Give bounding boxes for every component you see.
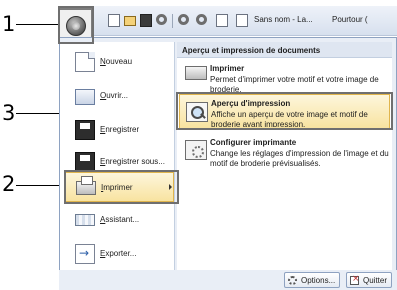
- quit-label: Quitter: [363, 276, 388, 285]
- submenu-item-configurer[interactable]: Configurer imprimante Change les réglage…: [177, 134, 392, 168]
- application-menu-list: Nouveau Ouvrir... Enregistrer Enregistre…: [60, 42, 175, 270]
- menu-item-assistant[interactable]: Assistant...: [60, 204, 175, 238]
- gear-icon[interactable]: [156, 14, 167, 25]
- options-button[interactable]: Options...: [284, 272, 341, 288]
- open-folder-icon[interactable]: [124, 16, 136, 26]
- toolbar-separator: [172, 14, 173, 28]
- submenu-item-desc: Permet d'imprimer votre motif et votre i…: [210, 75, 379, 92]
- quit-button[interactable]: Quitter: [346, 272, 393, 288]
- menu-item-label: Exporter...: [100, 249, 137, 258]
- callout-2-line: [16, 185, 64, 186]
- menu-item-label: Ouvrir...: [100, 91, 129, 100]
- callout-2: 2: [2, 172, 16, 196]
- sew-icon[interactable]: [196, 14, 207, 25]
- stitch-icon[interactable]: [178, 14, 189, 25]
- quit-icon: [350, 274, 360, 285]
- wizard-icon: [75, 214, 95, 226]
- print-submenu-panel: Aperçu et impression de documents Imprim…: [177, 42, 392, 270]
- submenu-item-title: Configurer imprimante: [210, 138, 297, 147]
- export-icon: [75, 244, 95, 264]
- open-folder-icon: [75, 89, 95, 105]
- menu-item-exporter[interactable]: Exporter...: [60, 238, 175, 272]
- window-title-secondary: Pourtour (: [332, 15, 368, 24]
- save-icon: [75, 120, 95, 140]
- printer-icon: [185, 66, 207, 80]
- options-label: Options...: [301, 276, 336, 285]
- callout-box-3: [176, 92, 393, 130]
- menu-item-nouveau[interactable]: Nouveau: [60, 46, 175, 80]
- submenu-item-desc: Change les réglages d'impression de l'im…: [210, 149, 389, 168]
- printer-settings-icon: [185, 140, 207, 160]
- callout-3: 3: [2, 101, 16, 125]
- menu-item-label: Nouveau: [100, 57, 133, 66]
- menu-item-enregistrer[interactable]: Enregistrer: [60, 114, 175, 148]
- menu-footer: Options... Quitter: [59, 270, 397, 290]
- callout-box-1: [58, 6, 94, 44]
- menu-item-label: Enregistrer: [100, 125, 140, 134]
- save-as-icon: [75, 152, 95, 172]
- callout-1-line: [16, 24, 58, 25]
- new-document-icon: [75, 52, 95, 72]
- menu-item-label: Assistant...: [100, 215, 140, 224]
- new-document-icon[interactable]: [108, 14, 120, 27]
- save-icon[interactable]: [140, 14, 152, 27]
- quick-access-toolbar: Sans nom - La... Pourtour (: [58, 6, 397, 36]
- undo-icon[interactable]: [216, 14, 228, 27]
- window-title: Sans nom - La...: [254, 15, 313, 24]
- panel-header: Aperçu et impression de documents: [177, 42, 392, 58]
- callout-box-2: [64, 170, 179, 204]
- redo-icon[interactable]: [236, 14, 248, 27]
- options-icon: [288, 276, 297, 285]
- menu-item-ouvrir[interactable]: Ouvrir...: [60, 80, 175, 114]
- menu-item-label: Enregistrer sous...: [100, 157, 165, 166]
- callout-1: 1: [2, 12, 16, 36]
- submenu-item-title: Imprimer: [210, 64, 245, 73]
- submenu-item-imprimer[interactable]: Imprimer Permet d'imprimer votre motif e…: [177, 60, 392, 92]
